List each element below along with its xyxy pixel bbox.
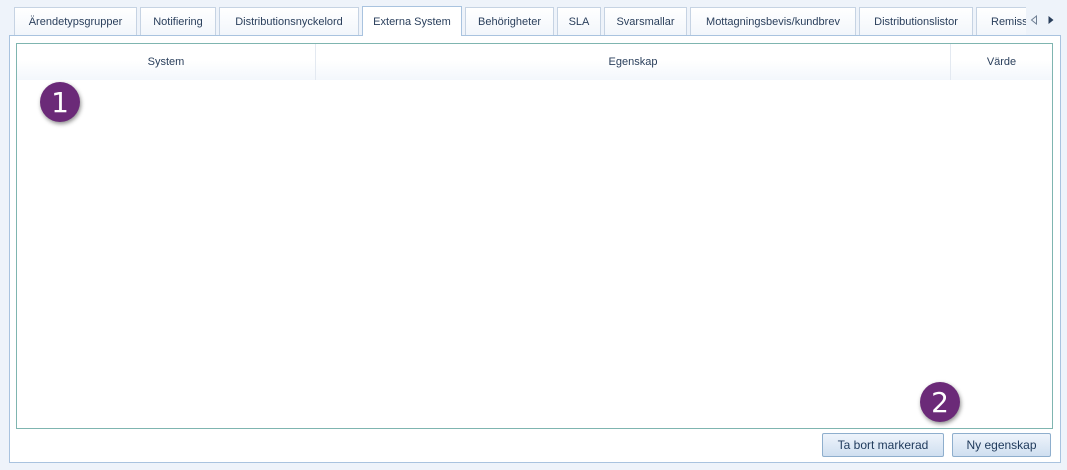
tab-remiss[interactable]: Remiss [976, 7, 1026, 35]
tab-mottagningsbevis-kundbrev[interactable]: Mottagningsbevis/kundbrev [690, 7, 856, 35]
new-property-button[interactable]: Ny egenskap [952, 433, 1051, 457]
callout-marker-1: 1 [40, 82, 80, 122]
tab-behorigheter[interactable]: Behörigheter [465, 7, 554, 35]
column-header-varde[interactable]: Värde [951, 44, 1052, 80]
tab-strip: Ärendetypsgrupper Notifiering Distributi… [0, 0, 1067, 36]
column-header-egenskap[interactable]: Egenskap [316, 44, 951, 80]
triangle-left-icon[interactable] [1029, 14, 1039, 26]
externa-system-panel: System Egenskap Värde Ta bort markerad N… [9, 35, 1061, 463]
tab-distributionslistor[interactable]: Distributionslistor [859, 7, 973, 35]
tab-sla[interactable]: SLA [557, 7, 601, 35]
tab-externa-system[interactable]: Externa System [362, 6, 462, 36]
triangle-right-icon[interactable] [1046, 14, 1056, 26]
grid-header: System Egenskap Värde [17, 44, 1052, 80]
grid-body[interactable] [17, 80, 1052, 428]
properties-grid: System Egenskap Värde [16, 43, 1053, 429]
tab-distributionsnyckelord[interactable]: Distributionsnyckelord [219, 7, 359, 35]
tab-notifiering[interactable]: Notifiering [140, 7, 216, 35]
column-header-system[interactable]: System [17, 44, 316, 80]
tab-arendetypsgrupper[interactable]: Ärendetypsgrupper [14, 7, 137, 35]
callout-marker-2: 2 [920, 382, 960, 422]
delete-selected-button[interactable]: Ta bort markerad [822, 433, 944, 457]
tab-svarsmallar[interactable]: Svarsmallar [604, 7, 687, 35]
